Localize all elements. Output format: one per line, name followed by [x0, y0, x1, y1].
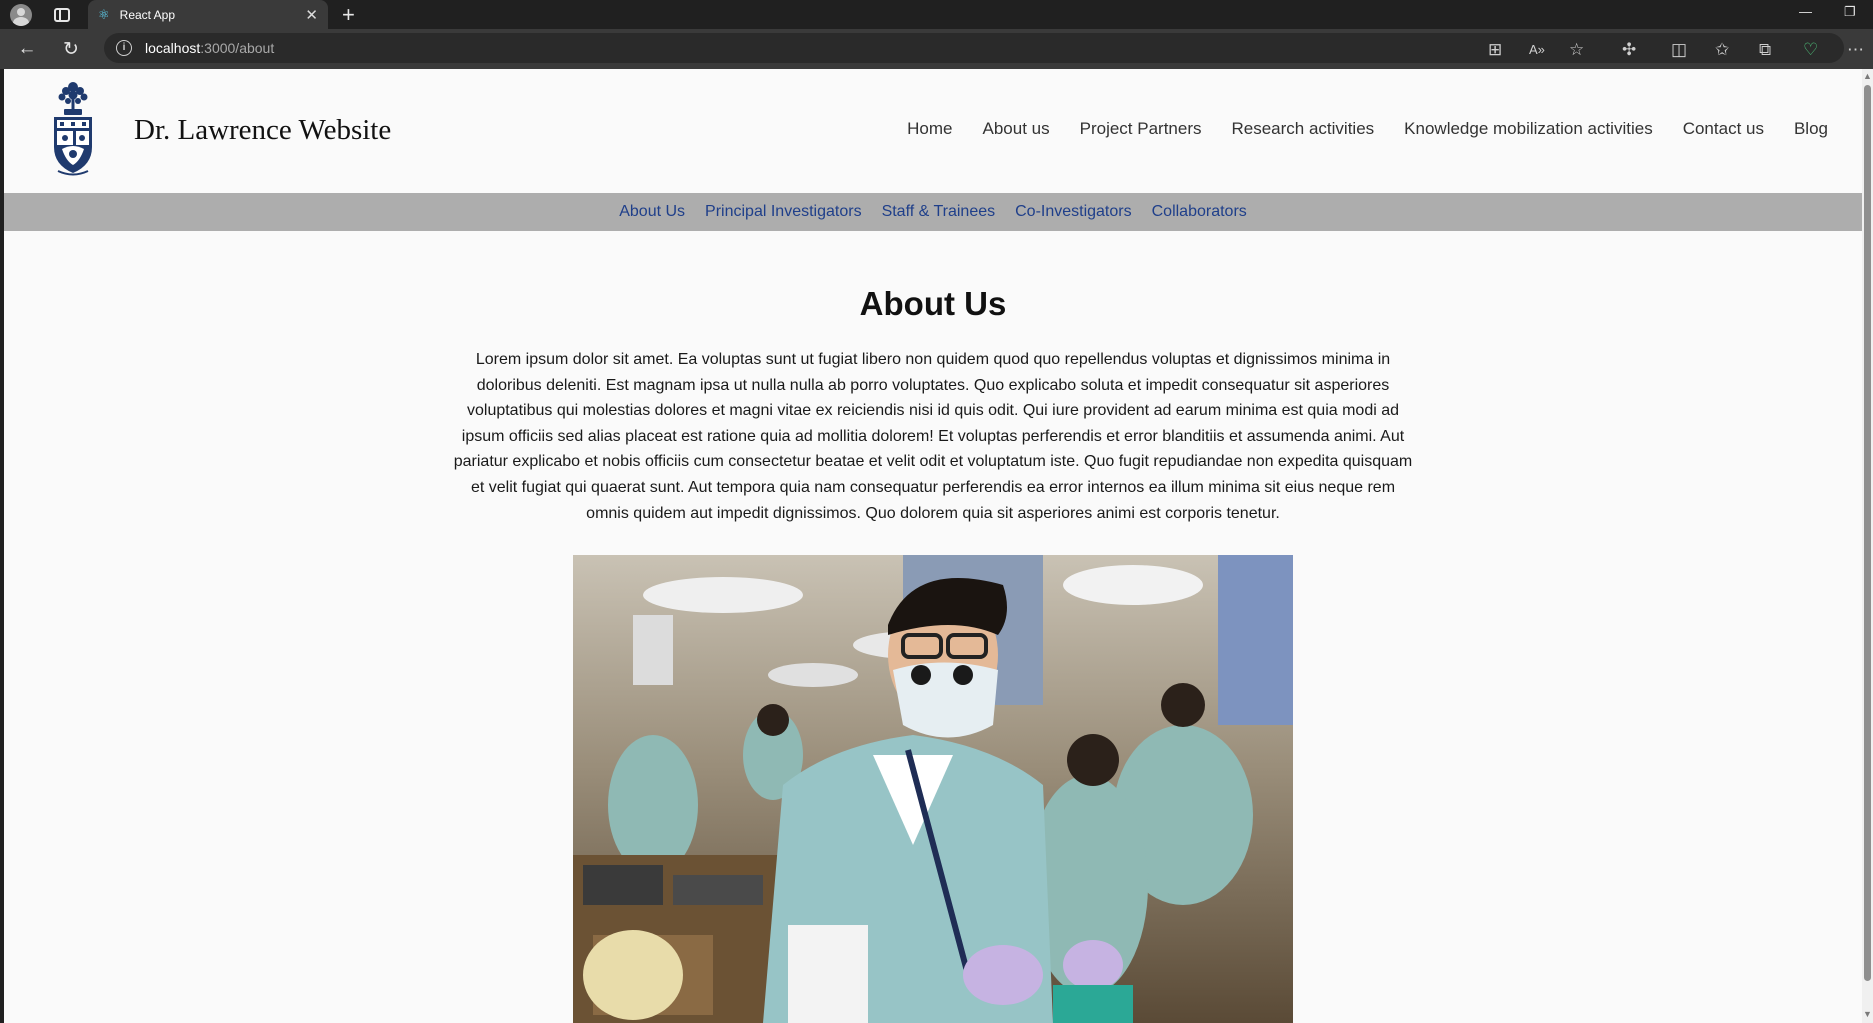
intro-paragraph: Lorem ipsum dolor sit amet. Ea voluptas …	[453, 351, 1413, 522]
react-favicon-icon: ⚛	[98, 6, 110, 22]
university-crest-icon[interactable]	[50, 79, 96, 179]
favorites-icon[interactable]: ✩	[1715, 40, 1729, 60]
scrollbar-thumb[interactable]	[1864, 85, 1871, 981]
site-title[interactable]: Dr. Lawrence Website	[134, 114, 391, 147]
site-header: Dr. Lawrence Website Home About us Proje…	[4, 69, 1862, 193]
settings-more-icon[interactable]: ⋯	[1847, 40, 1864, 60]
subnav-staff-trainees[interactable]: Staff & Trainees	[882, 203, 996, 221]
profile-avatar-icon[interactable]	[10, 3, 32, 26]
page-title: About Us	[859, 285, 1007, 322]
subnav-collaborators[interactable]: Collaborators	[1152, 203, 1247, 221]
tab-actions-icon[interactable]	[54, 7, 70, 22]
back-icon[interactable]: ←	[5, 38, 49, 60]
split-screen-icon[interactable]: ◫	[1671, 40, 1687, 60]
tab-close-icon[interactable]: ✕	[305, 6, 318, 24]
nav-home[interactable]: Home	[907, 119, 952, 139]
web-page: Dr. Lawrence Website Home About us Proje…	[4, 69, 1862, 1023]
nav-research-activities[interactable]: Research activities	[1232, 119, 1375, 139]
page-scrollbar[interactable]: ▲ ▼	[1862, 69, 1873, 1023]
address-bar: ← ↻ i localhost:3000/about	[0, 29, 1873, 69]
subnav-co-investigators[interactable]: Co-Investigators	[1015, 203, 1132, 221]
browser-tab-bar: ⚛ React App ✕ + — ❐	[0, 0, 1873, 29]
extensions-icon[interactable]: ✣	[1622, 40, 1636, 60]
tab-title: React App	[119, 7, 176, 22]
browser-tab[interactable]: ⚛ React App ✕	[88, 0, 328, 29]
scroll-up-icon[interactable]: ▲	[1863, 71, 1872, 81]
scroll-down-icon[interactable]: ▼	[1863, 1009, 1872, 1019]
minimize-icon[interactable]: —	[1799, 4, 1812, 19]
nav-blog[interactable]: Blog	[1794, 119, 1828, 139]
collections-icon[interactable]: ⧉	[1759, 40, 1771, 60]
read-aloud-icon[interactable]: A»	[1529, 42, 1545, 57]
url-text: localhost:3000/about	[145, 40, 274, 56]
nav-contact-us[interactable]: Contact us	[1683, 119, 1764, 139]
browser-essentials-icon[interactable]: ♡	[1803, 40, 1818, 60]
dental-student-photo	[573, 555, 1293, 1023]
url-path: :3000/about	[200, 40, 275, 56]
subnav-principal-investigators[interactable]: Principal Investigators	[705, 203, 862, 221]
sub-nav: About Us Principal Investigators Staff &…	[4, 193, 1862, 231]
nav-about-us[interactable]: About us	[983, 119, 1050, 139]
main-nav: Home About us Project Partners Research …	[907, 119, 1828, 139]
restore-icon[interactable]: ❐	[1844, 4, 1856, 20]
subnav-about-us[interactable]: About Us	[619, 203, 685, 221]
favorite-star-icon[interactable]: ☆	[1569, 40, 1584, 60]
app-available-icon[interactable]: ⊞	[1488, 40, 1502, 60]
nav-knowledge-mobilization[interactable]: Knowledge mobilization activities	[1404, 119, 1653, 139]
url-host: localhost	[145, 40, 201, 56]
reload-icon[interactable]: ↻	[49, 38, 93, 61]
site-info-icon[interactable]: i	[116, 40, 132, 56]
new-tab-icon[interactable]: +	[342, 3, 355, 26]
nav-project-partners[interactable]: Project Partners	[1080, 119, 1202, 139]
